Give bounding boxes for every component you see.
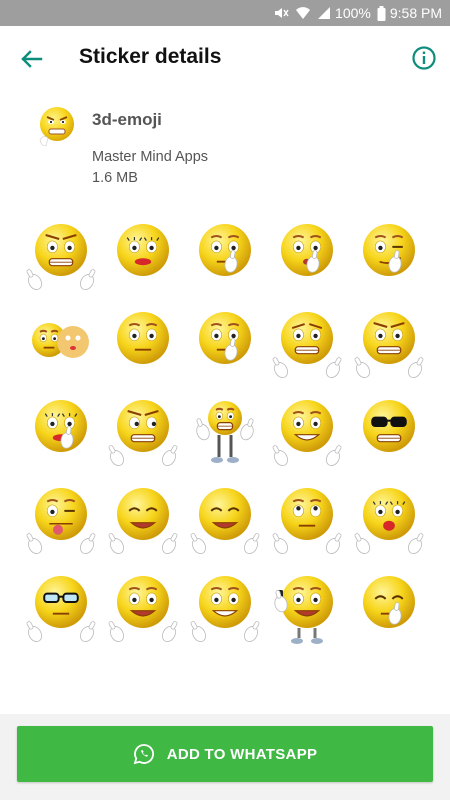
clock: 9:58 PM — [389, 5, 442, 21]
angry-grin-emoji-icon — [354, 312, 424, 378]
sticker-glasses-emoji[interactable] — [20, 564, 102, 652]
glasses-emoji-icon — [26, 576, 96, 642]
sunglasses-emoji-icon — [363, 400, 415, 452]
lashes-thinking-emoji-icon — [35, 400, 87, 452]
laughing-emoji-icon — [272, 400, 342, 466]
sticker-grid — [20, 212, 430, 652]
back-button[interactable] — [16, 44, 46, 74]
thinking-emoji-icon — [199, 224, 251, 276]
standing-emoji-icon — [196, 401, 254, 463]
plain-emoji-icon — [117, 312, 169, 364]
sticker-lashes-thinking-emoji[interactable] — [20, 388, 102, 476]
shush-emoji-icon — [281, 224, 333, 276]
praying-emoji-icon — [108, 576, 178, 642]
pack-name: 3d-emoji — [92, 110, 162, 129]
sticker-wink-emoji[interactable] — [348, 212, 430, 300]
hand-over-mouth-emoji-icon — [363, 576, 415, 628]
back-arrow-icon — [21, 50, 43, 68]
sticker-standing-emoji[interactable] — [184, 388, 266, 476]
eye-roll-emoji-icon — [272, 488, 342, 554]
app-bar: Sticker details — [0, 26, 450, 90]
sticker-tongue-out-emoji[interactable] — [20, 476, 102, 564]
sticker-big-smile-emoji[interactable] — [184, 564, 266, 652]
calm-emoji-icon — [108, 488, 178, 554]
bottom-bar: ADD TO WHATSAPP — [0, 714, 450, 800]
tray-icon — [36, 102, 78, 152]
sticker-angry-grin-emoji[interactable] — [348, 300, 430, 388]
sticker-phone-call-emoji[interactable] — [266, 564, 348, 652]
sticker-sly-grin-emoji[interactable] — [102, 388, 184, 476]
big-smile-emoji-icon — [190, 576, 260, 642]
smirk-thumbs-emoji-icon — [26, 224, 96, 290]
tongue-out-emoji-icon — [26, 488, 96, 554]
lipstick-kiss-emoji-icon — [117, 224, 169, 276]
pack-size: 1.6 MB — [92, 170, 138, 186]
sticker-hand-over-mouth-emoji[interactable] — [348, 564, 430, 652]
add-to-whatsapp-button[interactable]: ADD TO WHATSAPP — [17, 726, 433, 782]
pondering-emoji-icon — [199, 312, 251, 364]
sticker-relaxed-emoji[interactable] — [184, 476, 266, 564]
battery-percent: 100% — [335, 5, 371, 21]
sticker-lipstick-kiss-emoji[interactable] — [102, 212, 184, 300]
relaxed-emoji-icon — [190, 488, 260, 554]
sticker-pondering-emoji[interactable] — [184, 300, 266, 388]
sly-grin-emoji-icon — [108, 400, 178, 466]
battery-icon — [377, 5, 386, 21]
sticker-smirk-thumbs-emoji[interactable] — [20, 212, 102, 300]
add-to-whatsapp-label: ADD TO WHATSAPP — [166, 745, 318, 763]
sticker-thinking-emoji[interactable] — [184, 212, 266, 300]
wifi-icon — [295, 6, 311, 20]
info-icon — [412, 46, 436, 70]
sticker-grimace-emoji[interactable] — [266, 300, 348, 388]
sticker-two-faces-emoji[interactable] — [20, 300, 102, 388]
status-bar: 100% 9:58 PM — [0, 0, 450, 26]
wink-emoji-icon — [363, 224, 415, 276]
grimace-emoji-icon — [272, 312, 342, 378]
page-title: Sticker details — [79, 45, 222, 68]
signal-icon — [317, 6, 331, 20]
info-button[interactable] — [410, 44, 438, 72]
sticker-calm-emoji[interactable] — [102, 476, 184, 564]
whatsapp-icon — [133, 743, 155, 765]
sticker-praying-emoji[interactable] — [102, 564, 184, 652]
two-faces-emoji-icon — [32, 323, 89, 358]
sticker-sunglasses-emoji[interactable] — [348, 388, 430, 476]
sticker-surprised-lashes-emoji[interactable] — [348, 476, 430, 564]
pack-header: 3d-emoji Master Mind Apps 1.6 MB — [0, 90, 450, 200]
surprised-lashes-emoji-icon — [354, 488, 424, 554]
sticker-plain-emoji[interactable] — [102, 300, 184, 388]
mute-icon — [273, 5, 289, 21]
phone-call-emoji-icon — [274, 576, 333, 644]
pack-publisher: Master Mind Apps — [92, 149, 209, 165]
sticker-eye-roll-emoji[interactable] — [266, 476, 348, 564]
sticker-laughing-emoji[interactable] — [266, 388, 348, 476]
sticker-shush-emoji[interactable] — [266, 212, 348, 300]
